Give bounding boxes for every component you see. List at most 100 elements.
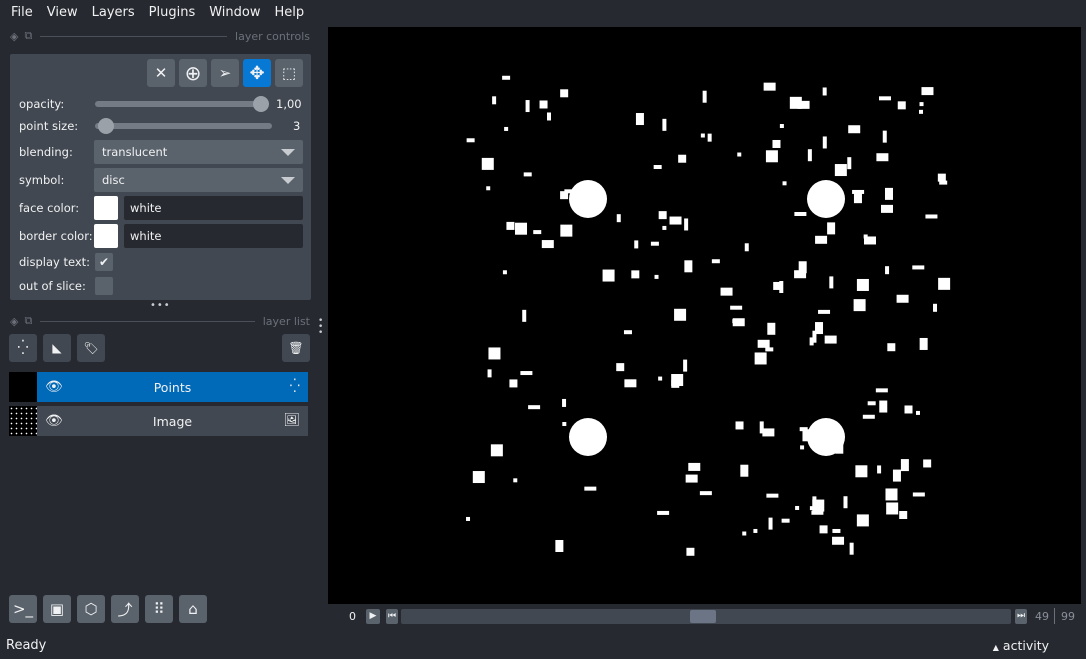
image-blob — [662, 118, 667, 131]
last-frame-button[interactable]: ⏭ — [1015, 609, 1027, 624]
dims-slider[interactable] — [401, 609, 1011, 624]
image-blob — [896, 294, 909, 303]
console-button[interactable]: >_ — [9, 595, 37, 623]
blending-dropdown[interactable]: translucent — [94, 140, 303, 164]
image-blob — [520, 371, 533, 376]
point-size-slider-handle[interactable] — [98, 118, 114, 134]
image-blob — [744, 243, 749, 252]
image-blob — [707, 133, 712, 142]
image-blob — [528, 405, 541, 410]
image-blob — [657, 510, 670, 515]
image-blob — [662, 225, 667, 230]
image-blob — [937, 173, 946, 182]
grid-icon: ⠿ — [153, 600, 165, 618]
image-blob — [921, 87, 934, 96]
delete-points-button[interactable]: ✕ — [147, 59, 175, 87]
opacity-slider-handle[interactable] — [253, 96, 269, 112]
layer-item-points[interactable]: 👁︎ Points ⁛ — [9, 372, 308, 402]
image-blob — [809, 337, 814, 346]
float-icon[interactable]: ◈ — [10, 315, 18, 328]
border-color-input[interactable]: white — [124, 224, 303, 248]
splitter-handle[interactable]: ••• — [150, 300, 171, 311]
image-blob — [688, 462, 701, 471]
image-blob — [742, 531, 747, 536]
dock-menu-handle[interactable]: • • • — [318, 317, 323, 338]
opacity-label: opacity: — [19, 97, 65, 111]
eye-icon[interactable]: 👁︎ — [45, 379, 63, 395]
menu-file[interactable]: File — [4, 5, 40, 20]
square-icon: ▣ — [49, 600, 65, 618]
image-blob — [685, 474, 698, 483]
menu-view[interactable]: View — [40, 5, 85, 20]
image-blob — [822, 87, 827, 96]
image-blob — [555, 539, 564, 552]
image-blob — [678, 154, 687, 163]
select-points-button[interactable]: ➢ — [211, 59, 239, 87]
delete-layer-button[interactable]: 🗑︎ — [282, 334, 310, 362]
tag-icon: 🏷︎ — [83, 341, 99, 355]
blending-value: translucent — [102, 145, 168, 159]
image-blob — [515, 222, 528, 235]
image-blob — [525, 100, 530, 113]
border-color-swatch[interactable] — [94, 224, 118, 248]
image-blob — [938, 277, 951, 290]
face-color-input[interactable]: white — [124, 196, 303, 220]
point-marker[interactable] — [807, 418, 845, 456]
roll-dims-button[interactable]: ⬡ — [77, 595, 105, 623]
point-marker[interactable] — [569, 418, 607, 456]
image-blob — [768, 517, 773, 530]
image-blob — [849, 542, 854, 555]
image-blob — [763, 82, 776, 91]
frame-current: 0 — [349, 610, 356, 623]
layer-thumbnail — [9, 372, 37, 402]
image-blob — [753, 528, 758, 533]
image-blob — [562, 422, 567, 427]
lasso-select-button[interactable]: ⬚ — [275, 59, 303, 87]
image-blob — [782, 181, 787, 186]
image-blob — [867, 401, 876, 406]
undock-icon[interactable]: ⧉ — [24, 314, 32, 328]
activity-button[interactable]: ▲ activity — [993, 638, 1049, 653]
menu-help[interactable]: Help — [268, 5, 312, 20]
image-blob — [834, 164, 847, 177]
eye-icon[interactable]: 👁︎ — [45, 413, 63, 429]
point-size-slider[interactable] — [95, 118, 272, 134]
first-frame-button[interactable]: ⏮ — [386, 609, 398, 624]
pan-zoom-button[interactable]: ✥ — [243, 59, 271, 87]
menu-window[interactable]: Window — [202, 5, 267, 20]
image-blob — [848, 125, 861, 134]
new-shapes-layer-button[interactable]: ◣ — [43, 334, 71, 362]
image-blob — [560, 89, 569, 98]
menu-layers[interactable]: Layers — [85, 5, 142, 20]
new-points-layer-button[interactable]: ⁛ — [9, 334, 37, 362]
reset-view-button[interactable]: ⌂ — [179, 595, 207, 623]
symbol-dropdown[interactable]: disc — [94, 168, 303, 192]
point-marker[interactable] — [569, 180, 607, 218]
image-blob — [765, 150, 778, 163]
image-blob — [853, 299, 866, 312]
undock-icon[interactable]: ⧉ — [24, 29, 32, 43]
image-blob — [635, 113, 644, 126]
face-color-swatch[interactable] — [94, 196, 118, 220]
add-points-button[interactable]: ⊕ — [179, 59, 207, 87]
close-icon: ✕ — [154, 64, 168, 82]
image-blob — [882, 130, 887, 143]
image-blob — [686, 547, 695, 556]
out-of-slice-checkbox[interactable] — [95, 277, 113, 295]
transpose-dims-button[interactable]: ⤴ — [111, 595, 139, 623]
viewer-canvas[interactable] — [328, 27, 1081, 604]
layer-item-image[interactable]: 👁︎ Image 🖼︎ — [9, 406, 308, 436]
new-labels-layer-button[interactable]: 🏷︎ — [77, 334, 105, 362]
display-text-checkbox[interactable]: ✔ — [95, 253, 113, 271]
point-marker[interactable] — [807, 180, 845, 218]
image-blob — [855, 465, 868, 478]
image-blob — [481, 157, 494, 170]
play-button[interactable]: ▶ — [366, 609, 380, 624]
image-blob — [773, 281, 782, 290]
float-icon[interactable]: ◈ — [10, 30, 18, 43]
dims-slider-handle[interactable] — [690, 610, 717, 623]
toggle-ndisplay-button[interactable]: ▣ — [43, 595, 71, 623]
menu-plugins[interactable]: Plugins — [142, 5, 203, 20]
grid-view-button[interactable]: ⠿ — [145, 595, 173, 623]
opacity-slider[interactable] — [95, 96, 269, 112]
